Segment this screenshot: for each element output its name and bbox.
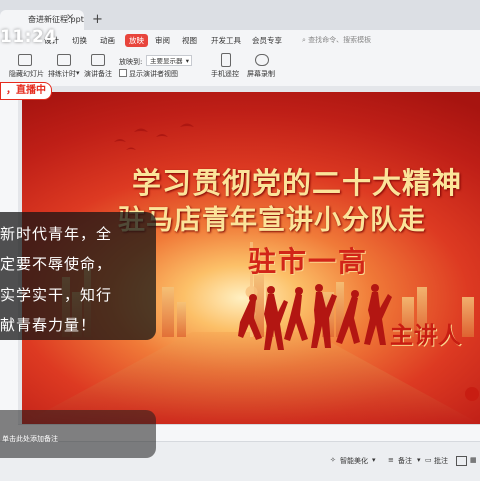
menu-developer[interactable]: 开发工具 — [211, 35, 241, 46]
live-status-badge: ，直播中 — [0, 82, 52, 100]
clock-overlay: 11:24 — [0, 27, 57, 47]
monitor-select[interactable]: 主要显示器 ▾ — [146, 55, 192, 66]
rehearse-timing-button[interactable]: 排练计时 — [48, 69, 76, 79]
presenter-view-label: 显示演讲者视图 — [129, 70, 178, 78]
monitor-select-value: 主要显示器 — [150, 57, 183, 65]
notes-toggle-icon[interactable]: ≡ — [388, 456, 394, 464]
close-tab-icon[interactable]: × — [66, 12, 74, 23]
caption-line-2: 定要不辱使命， — [0, 255, 113, 273]
speaker-notes-button[interactable]: 演讲备注 — [84, 69, 112, 79]
slide-subtitle: 驻马店青年宣讲小分队走 — [118, 205, 426, 236]
caption-line-4: 献青春力量！ — [0, 316, 97, 334]
rehearse-dropdown-icon[interactable]: ▾ — [76, 69, 80, 77]
menu-transitions[interactable]: 切换 — [72, 35, 87, 46]
new-tab-icon[interactable]: + — [92, 12, 103, 27]
slide-presenter-label: 主讲人 — [390, 322, 462, 349]
menu-bar: 设计 切换 动画 放映 审阅 视图 开发工具 会员专享 ⌕ 查找命令、搜索模板 — [0, 30, 480, 50]
chevron-down-icon[interactable]: ▾ — [372, 456, 376, 464]
phone-remote-icon[interactable] — [221, 53, 231, 67]
comment-icon[interactable]: ▭ — [425, 456, 432, 464]
menu-member[interactable]: 会员专享 — [252, 35, 282, 46]
title-bar: 奋进新征程.pptx × + — [0, 0, 480, 30]
speaker-notes-icon[interactable] — [91, 54, 105, 66]
smart-beautify-icon[interactable]: ✧ — [330, 456, 336, 464]
document-tab-title: 奋进新征程.pptx — [28, 15, 84, 24]
search-placeholder: 查找命令、搜索模板 — [308, 36, 372, 44]
hide-slide-button[interactable]: 隐藏幻灯片 — [9, 69, 44, 79]
rehearse-timing-icon[interactable] — [57, 54, 71, 66]
menu-animations[interactable]: 动画 — [100, 35, 115, 46]
notes-placeholder[interactable]: 单击此处添加备注 — [2, 434, 58, 444]
chevron-down-icon: ▾ — [185, 57, 189, 65]
search-icon: ⌕ — [302, 36, 306, 44]
screen-record-button[interactable]: 屏幕录制 — [247, 69, 275, 79]
command-search[interactable]: ⌕ 查找命令、搜索模板 — [302, 33, 412, 47]
play-to-label: 放映到: — [119, 58, 143, 66]
flying-doves — [114, 123, 194, 150]
slide-sorter-icon[interactable]: ▦ — [470, 456, 477, 464]
phone-remote-button[interactable]: 手机遥控 — [211, 69, 239, 79]
slide-school-name: 驻市一高 — [248, 245, 369, 278]
smart-beautify-button[interactable]: 智能美化 — [340, 456, 368, 466]
normal-view-icon[interactable] — [456, 456, 467, 466]
notes-toggle-button[interactable]: 备注 — [398, 456, 412, 466]
hide-slide-icon[interactable] — [18, 54, 32, 66]
caption-line-1: 新时代青年，全 — [0, 225, 113, 243]
caption-overlay: 新时代青年，全 定要不辱使命， 实学实干，知行 献青春力量！ — [0, 212, 156, 340]
screen-record-icon[interactable] — [255, 54, 269, 66]
chevron-down-icon-2[interactable]: ▾ — [417, 456, 421, 464]
ribbon-slideshow: 隐藏幻灯片 排练计时 ▾ 演讲备注 放映到: 主要显示器 ▾ 显示演讲者视图 手… — [0, 50, 480, 87]
presenter-view-checkbox[interactable] — [119, 69, 127, 77]
presenter-emblem-icon — [465, 387, 479, 401]
comment-button[interactable]: 批注 — [434, 456, 448, 466]
slide-title: 学习贯彻党的二十大精神 — [132, 166, 463, 200]
menu-view[interactable]: 视图 — [182, 35, 197, 46]
caption-line-3: 实学实干，知行 — [0, 286, 113, 304]
menu-slideshow[interactable]: 放映 — [125, 34, 148, 47]
menu-review[interactable]: 审阅 — [155, 35, 170, 46]
